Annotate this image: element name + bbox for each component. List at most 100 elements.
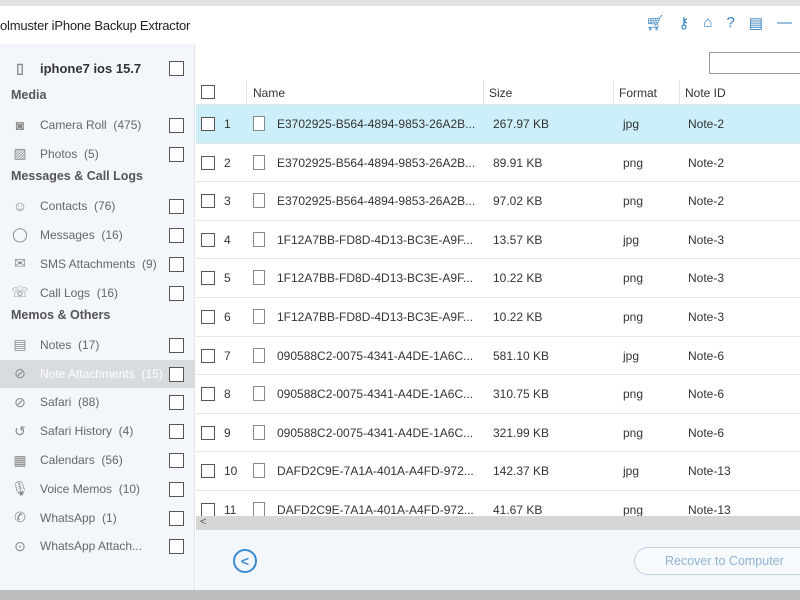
recover-to-computer-button[interactable]: Recover to Computer <box>634 547 800 575</box>
column-note-id[interactable]: Note ID <box>685 86 726 100</box>
device-checkbox[interactable] <box>169 61 184 76</box>
notes-icon: ▤ <box>13 336 27 353</box>
table-row[interactable]: 9 090588C2-0075-4341-A4DE-1A6C... 321.99… <box>196 414 800 453</box>
search-input[interactable] <box>709 52 800 74</box>
whatsapp-icon: ✆ <box>14 509 26 526</box>
row-checkbox[interactable] <box>201 464 215 479</box>
table-row[interactable]: 10 DAFD2C9E-7A1A-401A-A4FD-972... 142.37… <box>196 452 800 491</box>
sidebar-item[interactable]: ◯ Messages (16) <box>0 221 195 249</box>
row-checkbox[interactable] <box>201 232 215 247</box>
sidebar-item[interactable]: ✉ SMS Attachments (9) <box>0 250 195 278</box>
table-row[interactable]: 3 E3702925-B564-4894-9853-26A2B... 97.02… <box>196 182 800 221</box>
file-format: jpg <box>623 117 640 131</box>
column-format[interactable]: Format <box>619 86 657 100</box>
horizontal-scrollbar[interactable]: < <box>196 516 800 530</box>
row-number: 6 <box>224 310 231 324</box>
sidebar-item[interactable]: ⊘ Safari (88) <box>0 388 195 416</box>
sidebar-item-checkbox[interactable] <box>169 118 184 133</box>
row-checkbox[interactable] <box>201 271 215 286</box>
row-number: 8 <box>224 387 231 402</box>
home-icon[interactable]: ⌂ <box>703 14 712 32</box>
phone-icon: ▯ <box>16 59 24 76</box>
file-size: 321.99 KB <box>493 425 550 440</box>
footer: < Recover to Computer <box>196 530 800 590</box>
sidebar-item[interactable]: ↺ Safari History (4) <box>0 417 195 445</box>
column-size[interactable]: Size <box>489 86 512 100</box>
row-checkbox[interactable] <box>201 348 215 363</box>
sidebar-item-label: WhatsApp (1) <box>40 510 117 525</box>
sidebar-item-label: SMS Attachments (9) <box>40 256 157 271</box>
file-icon <box>253 116 265 131</box>
file-size: 97.02 KB <box>493 194 543 209</box>
file-icon <box>253 502 265 517</box>
help-icon[interactable]: ? <box>726 14 734 32</box>
sidebar-item[interactable]: ⊙ WhatsApp Attach... (1) <box>0 532 195 560</box>
row-number: 7 <box>224 348 231 363</box>
table-row[interactable]: 7 090588C2-0075-4341-A4DE-1A6C... 581.10… <box>196 337 800 376</box>
row-checkbox[interactable] <box>201 194 215 209</box>
sidebar-item-checkbox[interactable] <box>169 539 184 555</box>
sidebar-item-checkbox[interactable] <box>169 395 184 411</box>
row-checkbox[interactable] <box>201 503 215 517</box>
sidebar-item-checkbox[interactable] <box>169 453 184 468</box>
sidebar-item[interactable]: ☏ Call Logs (16) <box>0 279 195 307</box>
sidebar-item-checkbox[interactable] <box>169 146 184 162</box>
sidebar-item-checkbox[interactable] <box>169 510 184 526</box>
sidebar-item[interactable]: ▨ Photos (5) <box>0 140 195 168</box>
row-checkbox[interactable] <box>201 155 215 170</box>
title-bar: olmuster iPhone Backup Extractor 🛒︎ ⚷ ⌂ … <box>0 6 800 44</box>
sidebar-item[interactable]: ▤ Notes (17) <box>0 331 195 359</box>
scroll-left-arrow[interactable]: < <box>200 516 206 528</box>
device-row[interactable]: ▯ iphone7 ios 15.7 <box>0 54 195 82</box>
row-checkbox[interactable] <box>201 425 215 440</box>
photo-icon: ▨ <box>13 145 27 162</box>
sidebar-item[interactable]: ⊘ Note Attachments (15) <box>0 359 195 388</box>
column-name[interactable]: Name <box>253 86 285 100</box>
table-row[interactable]: 2 E3702925-B564-4894-9853-26A2B... 89.91… <box>196 144 800 183</box>
sidebar-item-checkbox[interactable] <box>169 366 184 382</box>
sidebar-item[interactable]: ▦ Calendars (56) <box>0 446 195 474</box>
table-row[interactable]: 1 E3702925-B564-4894-9853-26A2B... 267.9… <box>196 105 800 144</box>
history-icon: ↺ <box>14 422 26 439</box>
row-checkbox[interactable] <box>201 310 215 324</box>
file-icon <box>253 463 265 479</box>
file-name: 090588C2-0075-4341-A4DE-1A6C... <box>277 425 474 440</box>
table-row[interactable]: 5 1F12A7BB-FD8D-4D13-BC3E-A9F... 10.22 K… <box>196 259 800 298</box>
file-name: E3702925-B564-4894-9853-26A2B... <box>277 117 476 131</box>
sidebar-item-checkbox[interactable] <box>169 337 184 353</box>
minimize-icon[interactable]: — <box>777 14 792 32</box>
back-button[interactable]: < <box>233 549 257 573</box>
file-icon <box>253 193 265 209</box>
contacts-icon: ☺ <box>12 198 28 215</box>
key-icon[interactable]: ⚷ <box>678 14 689 32</box>
row-checkbox[interactable] <box>201 387 215 402</box>
row-checkbox[interactable] <box>201 117 215 131</box>
sidebar-item-checkbox[interactable] <box>169 424 184 440</box>
calendar-icon: ▦ <box>13 451 27 468</box>
cart-icon[interactable]: 🛒︎ <box>645 14 664 32</box>
file-size: 142.37 KB <box>493 464 550 479</box>
file-size: 10.22 KB <box>493 271 543 286</box>
file-name: E3702925-B564-4894-9853-26A2B... <box>277 155 476 170</box>
sidebar-item[interactable]: 🎙︎ Voice Memos (10) <box>0 475 195 503</box>
sidebar-item-checkbox[interactable] <box>169 227 184 243</box>
sidebar-item-checkbox[interactable] <box>169 481 184 497</box>
file-icon <box>253 270 265 286</box>
sidebar-item-checkbox[interactable] <box>169 285 184 301</box>
feedback-icon[interactable]: ▤ <box>749 14 763 32</box>
sidebar: ▯ iphone7 ios 15.7 Media ◙ Camera Roll (475)… <box>0 44 195 590</box>
file-icon <box>253 386 265 402</box>
table-row[interactable]: 4 1F12A7BB-FD8D-4D13-BC3E-A9F... 13.57 K… <box>196 221 800 260</box>
file-format: jpg <box>623 348 640 363</box>
file-format: jpg <box>623 232 640 247</box>
file-size: 89.91 KB <box>493 155 543 170</box>
table-row[interactable]: 6 1F12A7BB-FD8D-4D13-BC3E-A9F... 10.22 K… <box>196 298 800 337</box>
table-row[interactable]: 8 090588C2-0075-4341-A4DE-1A6C... 310.75… <box>196 375 800 414</box>
sidebar-item[interactable]: ✆ WhatsApp (1) <box>0 504 195 532</box>
sidebar-item[interactable]: ☺ Contacts (76) <box>0 192 195 220</box>
sidebar-item-checkbox[interactable] <box>169 256 184 272</box>
file-format: png <box>623 425 644 440</box>
select-all-checkbox[interactable] <box>201 85 215 99</box>
sidebar-item[interactable]: ◙ Camera Roll (475) <box>0 111 195 139</box>
sidebar-item-checkbox[interactable] <box>169 199 184 215</box>
